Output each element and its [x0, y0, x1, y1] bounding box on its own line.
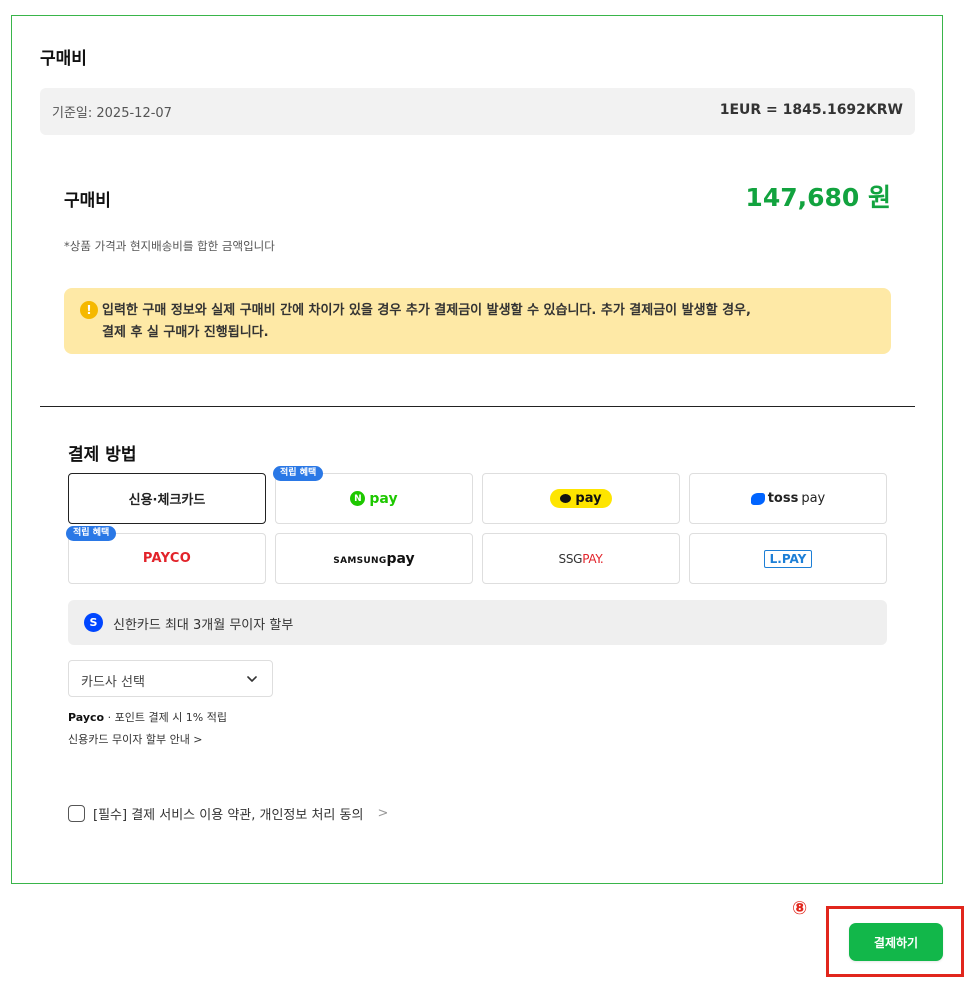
rate-value: 1EUR = 1845.1692KRW — [719, 102, 903, 118]
pay-method-ssgpay[interactable]: SSGPAY. — [482, 533, 680, 584]
kakaopay-label: pay — [575, 491, 602, 506]
terms-agreement[interactable]: [필수] 결제 서비스 이용 약관, 개인정보 처리 동의 > — [68, 804, 388, 823]
price-note: *상품 가격과 현지배송비를 합한 금액입니다 — [64, 239, 275, 253]
samsung-pay-label: pay — [386, 550, 415, 567]
pay-method-npay[interactable]: 적립 혜택 N pay — [273, 466, 473, 524]
samsungpay-logo: SAMSUNGpay — [333, 551, 414, 567]
pay-method-kakaopay[interactable]: pay — [482, 473, 680, 524]
installment-info-link[interactable]: 신용카드 무이자 할부 안내 > — [68, 731, 203, 747]
npay-label: pay — [369, 490, 398, 507]
price-amount: 147,680 원 — [745, 183, 891, 212]
reward-badge: 적립 혜택 — [273, 466, 324, 481]
toss-icon — [750, 492, 765, 505]
lpay-logo: L.PAY — [763, 549, 813, 568]
pay-method-card[interactable]: 신용·체크카드 — [68, 473, 266, 524]
ssgpay-logo: SSGPAY. — [559, 552, 604, 566]
npay-n-icon: N — [350, 491, 366, 506]
purchase-cost-panel — [11, 15, 943, 884]
card-company-select[interactable]: 카드사 선택 — [68, 660, 273, 697]
pay-submit-button[interactable]: 결제하기 — [849, 923, 943, 961]
notice-box: ! 입력한 구매 정보와 실제 구매비 간에 차이가 있을 경우 추가 결제금이… — [64, 288, 891, 354]
ssg-label: SSG — [558, 551, 583, 566]
notice-text: 입력한 구매 정보와 실제 구매비 간에 차이가 있을 경우 추가 결제금이 발… — [102, 300, 872, 344]
exchange-rate-bar: 기준일: 2025-12-07 1EUR = 1845.1692KRW — [40, 88, 915, 135]
terms-checkbox[interactable] — [68, 805, 85, 822]
divider — [40, 406, 915, 407]
terms-text: [필수] 결제 서비스 이용 약관, 개인정보 처리 동의 — [93, 808, 364, 823]
promo-text: 신한카드 최대 3개월 무이자 할부 — [113, 618, 294, 633]
card-select-label: 카드사 선택 — [81, 675, 145, 690]
price-label: 구매비 — [64, 191, 111, 211]
chevron-right-icon[interactable]: > — [377, 806, 388, 821]
reward-badge: 적립 혜택 — [66, 526, 117, 541]
npay-logo: N pay — [350, 490, 398, 507]
pay-method-card-label: 신용·체크카드 — [128, 493, 206, 508]
shinhan-card-icon: S — [84, 613, 103, 632]
payment-method-title: 결제 방법 — [68, 445, 137, 465]
speech-bubble-icon — [560, 494, 572, 503]
rate-date: 기준일: 2025-12-07 — [52, 106, 172, 121]
card-promo-banner: S 신한카드 최대 3개월 무이자 할부 — [68, 600, 887, 645]
pay-method-samsungpay[interactable]: SAMSUNGpay — [275, 533, 473, 584]
payco-point-text: · 포인트 결제 시 1% 적립 — [104, 711, 227, 724]
toss-pay-label: pay — [801, 491, 826, 506]
pay-method-payco[interactable]: 적립 혜택 PAYCO — [66, 526, 266, 584]
pay-method-lpay[interactable]: L.PAY — [689, 533, 887, 584]
pay-method-tosspay[interactable]: toss pay — [689, 473, 887, 524]
notice-line-2: 결제 후 실 구매가 진행됩니다. — [102, 325, 269, 340]
payco-brand: Payco — [68, 711, 105, 724]
ssg-pay-label: PAY. — [582, 551, 604, 566]
annotation-number: ⑧ — [792, 898, 808, 919]
section-title: 구매비 — [40, 49, 87, 69]
tosspay-logo: toss pay — [750, 491, 826, 506]
payco-point-info: Payco · 포인트 결제 시 1% 적립 — [68, 709, 227, 725]
samsung-label: SAMSUNG — [333, 555, 387, 566]
payco-logo: PAYCO — [142, 551, 192, 566]
notice-line-1: 입력한 구매 정보와 실제 구매비 간에 차이가 있을 경우 추가 결제금이 발… — [102, 303, 751, 318]
toss-label: toss — [767, 491, 799, 506]
kakaopay-logo: pay — [550, 489, 612, 508]
chevron-down-icon — [247, 676, 257, 682]
exclamation-icon: ! — [80, 301, 98, 319]
